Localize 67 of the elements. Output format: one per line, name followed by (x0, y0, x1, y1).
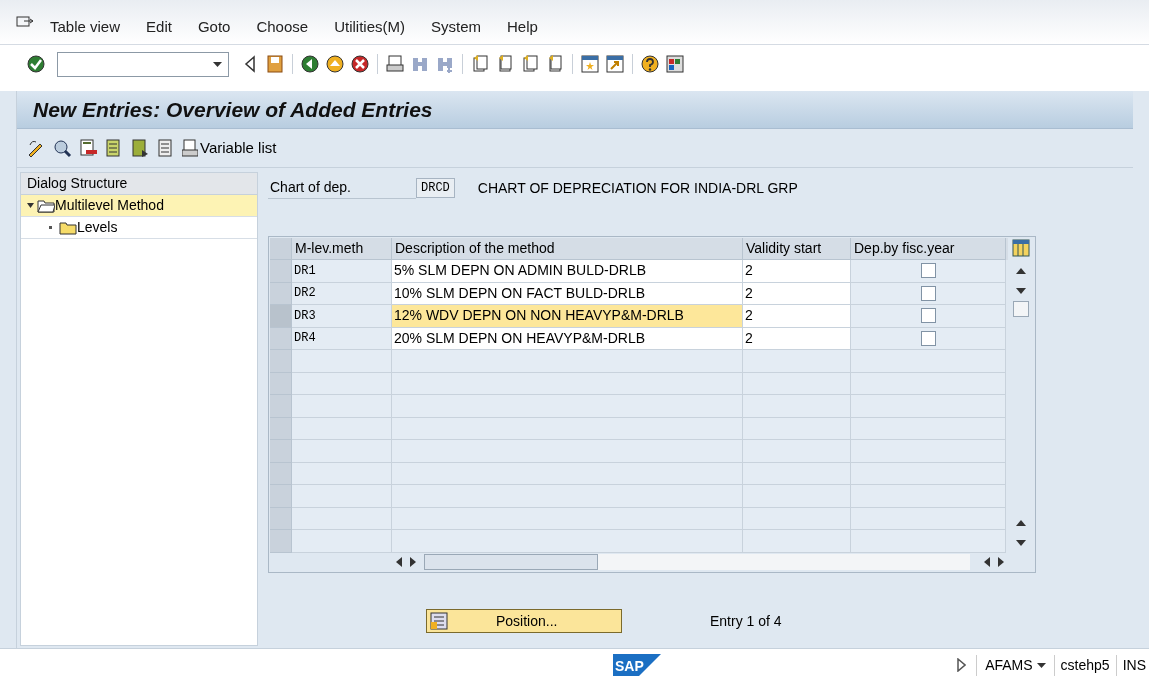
scroll-left-icon[interactable] (984, 556, 990, 567)
caret-icon[interactable] (1036, 662, 1046, 668)
menu-item[interactable]: Goto (197, 15, 231, 38)
checkbox[interactable] (920, 330, 936, 346)
input-field[interactable]: 2 (743, 282, 851, 305)
help-icon[interactable] (640, 54, 660, 74)
back-icon[interactable] (300, 54, 320, 74)
menu-item[interactable]: Table view (50, 15, 121, 38)
bullet-icon (49, 226, 52, 229)
scroll-right-icon[interactable] (410, 556, 416, 567)
cancel-icon[interactable] (350, 54, 370, 74)
input-field[interactable]: 10% SLM DEPN ON FACT BULD-DRLB (392, 282, 743, 305)
chart-of-dep-field: DRCD (416, 178, 455, 198)
tree-item[interactable]: Multilevel Method (21, 195, 257, 217)
input-field[interactable]: 12% WDV DEPN ON NON HEAVYP&M-DRLB (392, 305, 743, 328)
checkbox[interactable] (920, 308, 936, 324)
checkbox[interactable] (920, 263, 936, 279)
input-field[interactable]: 2 (743, 327, 851, 350)
column-config-icon[interactable] (1012, 239, 1030, 257)
detail-icon[interactable] (52, 138, 72, 158)
new-window-icon[interactable] (580, 54, 600, 74)
caret-icon[interactable] (213, 61, 222, 67)
shortcut-icon[interactable] (605, 54, 625, 74)
server-name: cstehp5 (1053, 654, 1116, 676)
command-field[interactable] (57, 51, 229, 77)
panel-heading: Dialog Structure (21, 173, 257, 195)
scroll-thumb[interactable] (1013, 301, 1029, 317)
menu-item[interactable]: Edit (146, 15, 172, 38)
menu-item[interactable]: Choose (256, 15, 309, 38)
save-icon[interactable] (265, 54, 285, 74)
transaction-dropdown[interactable]: AFAMS (976, 654, 1054, 676)
menu-item[interactable]: Help (507, 15, 538, 38)
horizontal-scrollbar[interactable] (424, 553, 970, 570)
scroll-right-icon[interactable] (998, 556, 1004, 567)
expand-status-icon[interactable] (957, 658, 967, 672)
table-cell: DR1 (292, 260, 392, 283)
first-page-icon[interactable] (470, 54, 490, 74)
variable-list-button[interactable]: Variable list (182, 136, 277, 160)
folder-icon (37, 198, 55, 213)
menu-item[interactable]: Utilities(M) (334, 15, 405, 38)
table-cell: DR2 (292, 282, 392, 305)
folder-icon (59, 220, 77, 235)
input-field[interactable]: 20% SLM DEPN ON HEAVYP&M-DRLB (392, 327, 743, 350)
print-icon (182, 139, 198, 157)
check-icon[interactable] (26, 54, 46, 74)
input-field[interactable]: 2 (743, 260, 851, 283)
menu-item[interactable]: System (430, 15, 481, 38)
scroll-thumb[interactable] (424, 553, 598, 570)
input-field[interactable]: 5% SLM DEPN ON ADMIN BULD-DRLB (392, 260, 743, 283)
next-page-icon[interactable] (520, 54, 540, 74)
input-mode: INS (1115, 654, 1149, 676)
position-icon (430, 612, 448, 630)
entry-count: Entry 1 of 4 (710, 611, 782, 631)
input-field[interactable]: 2 (743, 305, 851, 328)
delete-row-icon[interactable] (78, 138, 98, 158)
position-button[interactable]: Position... (426, 609, 622, 633)
table-cell: DR3 (292, 305, 392, 328)
expand-caret-icon[interactable] (27, 203, 34, 208)
layout-menu-icon[interactable] (665, 54, 685, 74)
table-cell: DR4 (292, 327, 392, 350)
select-block-icon[interactable] (130, 138, 150, 158)
scroll-left-icon[interactable] (396, 556, 402, 567)
screen-title: New Entries: Overview of Added Entries (33, 96, 433, 123)
checkbox[interactable] (920, 285, 936, 301)
sap-logo: SAP (613, 654, 661, 676)
print-icon[interactable] (385, 54, 405, 74)
chart-description: CHART OF DEPRECIATION FOR INDIA-DRL GRP (477, 178, 798, 198)
